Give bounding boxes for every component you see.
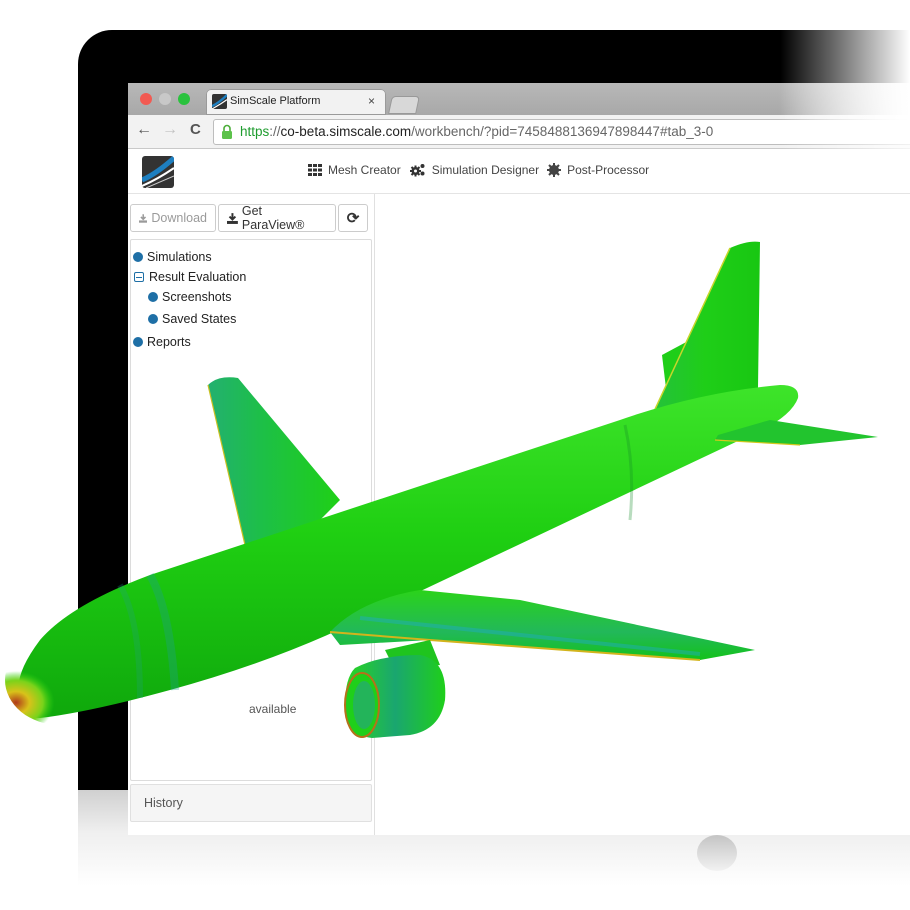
tab-close-icon[interactable]: ×: [368, 94, 375, 108]
reload-icon[interactable]: C: [190, 121, 201, 138]
results-tree-panel: Simulations Result Evaluation Screenshot…: [130, 239, 372, 781]
tree-node-icon: [148, 314, 158, 324]
tree-item-label: Saved States: [162, 312, 237, 326]
url-separator: ://: [269, 124, 281, 139]
empty-state-text: available: [249, 702, 297, 716]
tab-title: SimScale Platform: [230, 95, 321, 107]
forward-arrow-icon[interactable]: →: [162, 121, 178, 139]
lock-icon: [222, 124, 232, 139]
simscale-logo[interactable]: [142, 156, 174, 188]
window-minimize-button[interactable]: [159, 93, 171, 105]
back-arrow-icon[interactable]: ←: [136, 121, 152, 139]
nav-mesh-creator-label: Mesh Creator: [328, 163, 401, 177]
url-host: co-beta.simscale.com: [280, 124, 412, 139]
tree-item-simulations[interactable]: Simulations: [133, 250, 212, 264]
tree-item-reports[interactable]: Reports: [133, 335, 191, 349]
url-text: https://co-beta.simscale.com/workbench/?…: [240, 124, 713, 139]
nav-post-processor-label: Post-Processor: [567, 163, 650, 177]
get-paraview-button[interactable]: Get ParaView®: [218, 204, 336, 232]
tree-item-screenshots[interactable]: Screenshots: [148, 290, 231, 304]
tree-node-icon: [133, 337, 143, 347]
tree-item-label: Simulations: [147, 250, 212, 264]
history-panel-header[interactable]: History: [130, 784, 372, 822]
window-zoom-button[interactable]: [178, 93, 190, 105]
tree-node-icon: [148, 292, 158, 302]
3d-viewport[interactable]: [375, 194, 910, 835]
history-label: History: [144, 796, 183, 810]
download-button[interactable]: Download: [130, 204, 216, 232]
gears-icon: [409, 164, 425, 177]
app-nav: Mesh Creator Simulation Designer Post-Pr…: [308, 163, 649, 177]
nav-mesh-creator[interactable]: Mesh Creator: [308, 163, 401, 177]
bezel-glare: [780, 30, 910, 140]
url-path: /workbench/?pid=7458488136947898447#tab_…: [411, 124, 714, 139]
window-close-button[interactable]: [140, 93, 152, 105]
tree-node-icon: [133, 252, 143, 262]
tree-item-saved-states[interactable]: Saved States: [148, 312, 236, 326]
nav-simulation-designer-label: Simulation Designer: [431, 163, 540, 177]
refresh-button[interactable]: ⟳: [338, 204, 368, 232]
nav-post-processor[interactable]: Post-Processor: [547, 163, 649, 177]
browser-tab-active[interactable]: SimScale Platform ×: [206, 89, 386, 115]
get-paraview-button-label: Get ParaView®: [241, 204, 305, 232]
new-tab-button[interactable]: [388, 96, 420, 114]
browser-window: SimScale Platform × ← → C https://co-bet…: [128, 83, 910, 835]
app-header: Mesh Creator Simulation Designer Post-Pr…: [128, 149, 910, 194]
refresh-icon: ⟳: [346, 210, 360, 227]
tree-item-label: Screenshots: [162, 290, 232, 304]
simscale-favicon-icon: [212, 94, 227, 109]
grid-icon: [308, 164, 322, 176]
collapse-icon[interactable]: [134, 272, 144, 282]
download-button-label: Download: [151, 211, 207, 225]
monitor-reflection-highlight: [697, 835, 737, 871]
download-icon: [227, 212, 238, 224]
tree-item-label: Result Evaluation: [149, 270, 247, 284]
sidebar: Download Get ParaView® ⟳ Simulations Res…: [128, 194, 375, 835]
nav-simulation-designer[interactable]: Simulation Designer: [409, 163, 539, 177]
tree-item-result-evaluation[interactable]: Result Evaluation: [133, 270, 246, 284]
download-icon: [139, 213, 148, 223]
tree-item-label: Reports: [147, 335, 191, 349]
sidebar-toolbar: Download Get ParaView® ⟳: [130, 204, 368, 232]
url-scheme: https: [240, 124, 270, 139]
cog-icon: [547, 163, 562, 177]
